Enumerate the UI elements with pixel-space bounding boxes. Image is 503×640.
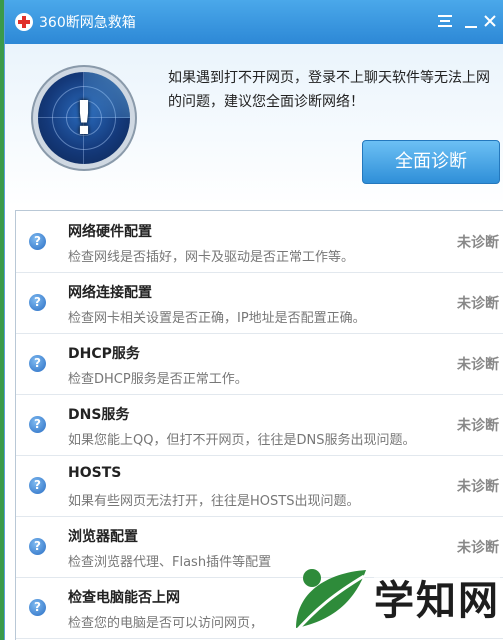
status-label: 未诊断 [457,296,499,312]
status-label: 未诊断 [457,479,499,495]
item-title: 检查电脑能否上网 [68,590,180,606]
window-title: 360断网急救箱 [39,15,136,31]
item-description: 检查网卡相关设置是否正确，IP地址是否配置正确。 [68,311,366,326]
list-item[interactable]: ? DHCP服务 检查DHCP服务是否正常工作。 未诊断 [16,333,503,395]
item-description: 如果有些网页无法打开，往往是HOSTS出现问题。 [68,494,360,509]
intro-text: 如果遇到打不开网页，登录不上聊天软件等无法上网的问题，建议您全面诊断网络！ [168,70,490,110]
question-icon: ? [29,538,46,555]
status-label: 未诊断 [457,418,499,434]
question-icon: ? [29,294,46,311]
radar-alert-icon: ! [38,72,130,164]
header-panel: ! 如果遇到打不开网页，登录不上聊天软件等无法上网的问题，建议您全面诊断网络！ … [5,44,503,206]
menu-icon[interactable] [434,10,456,32]
close-icon[interactable] [479,10,501,32]
question-icon: ? [29,599,46,616]
leaf-logo-icon [290,569,366,637]
item-description: 如果您能上QQ，但打不开网页，往往是DNS服务出现问题。 [68,433,416,448]
watermark-text: 学知网 [374,568,500,626]
status-label: 未诊断 [457,357,499,373]
question-icon: ? [29,416,46,433]
item-description: 检查网线是否插好，网卡及驱动是否正常工作等。 [68,250,355,265]
item-title: 网络连接配置 [68,285,152,301]
status-label: 未诊断 [457,235,499,251]
item-title: 网络硬件配置 [68,224,152,240]
question-icon: ? [29,233,46,250]
item-title: DNS服务 [68,407,130,423]
watermark: 学知网 [286,558,503,640]
item-title: DHCP服务 [68,346,140,362]
item-description: 检查浏览器代理、Flash插件等配置 [68,555,272,570]
item-description: 检查您的电脑是否可以访问网页， [68,616,264,631]
list-item[interactable]: ? HOSTS 如果有些网页无法打开，往往是HOSTS出现问题。 未诊断 [16,455,503,517]
item-description: 检查DHCP服务是否正常工作。 [68,372,248,387]
list-item[interactable]: ? 网络连接配置 检查网卡相关设置是否正确，IP地址是否配置正确。 未诊断 [16,272,503,334]
status-label: 未诊断 [457,540,499,556]
question-icon: ? [29,477,46,494]
title-bar[interactable]: 360断网急救箱 [5,0,503,44]
list-item[interactable]: ? 网络硬件配置 检查网线是否插好，网卡及驱动是否正常工作等。 未诊断 [16,211,503,273]
item-title: HOSTS [68,465,122,481]
item-title: 浏览器配置 [68,529,138,545]
question-icon: ? [29,355,46,372]
list-item[interactable]: ? DNS服务 如果您能上QQ，但打不开网页，往往是DNS服务出现问题。 未诊断 [16,394,503,456]
app-window: 360断网急救箱 ! 如果遇到打不开网页，登录不上聊天软件等无法上网的问题，建议… [4,0,503,640]
first-aid-cross-icon [15,13,33,31]
full-diagnose-button[interactable]: 全面诊断 [362,140,500,184]
